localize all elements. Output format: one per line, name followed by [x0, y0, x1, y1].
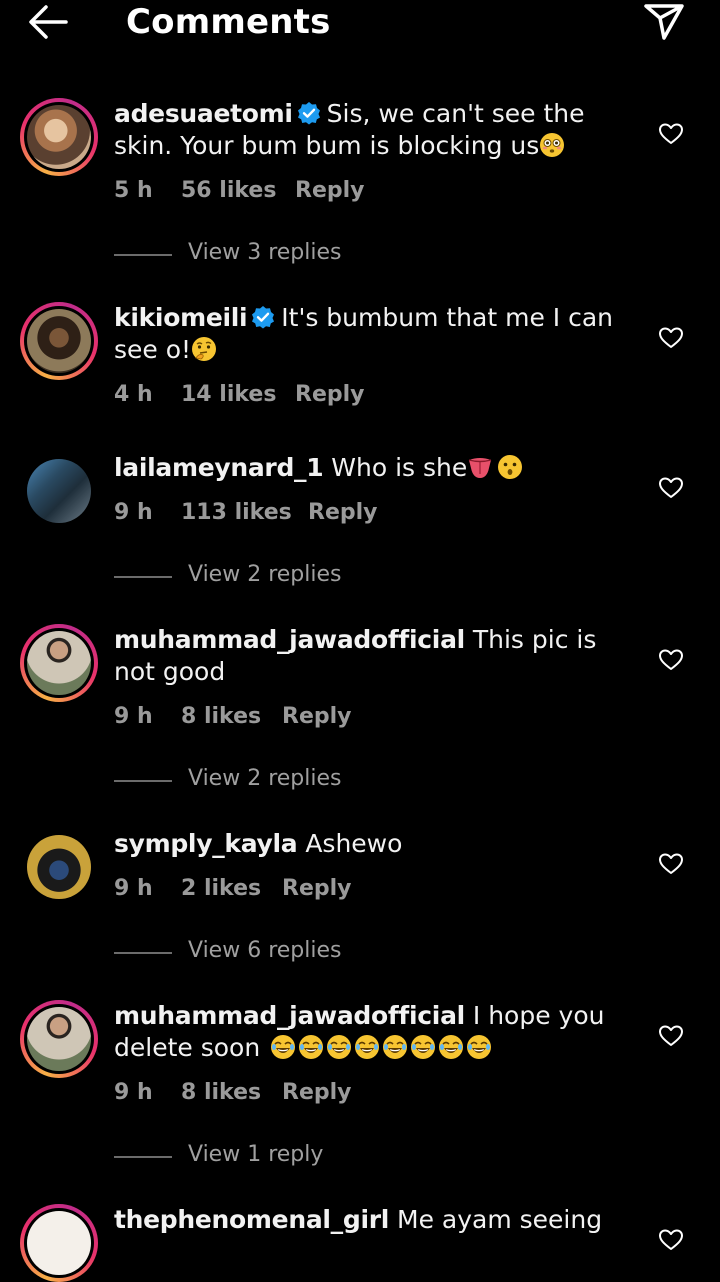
heart-icon[interactable]	[658, 852, 684, 876]
comment-text-block: lailameynard_1 Who is she	[114, 452, 634, 484]
comment-likes[interactable]: 14 likes	[181, 382, 276, 407]
comment-text-block: symply_kayla Ashewo	[114, 828, 634, 860]
view-replies-button[interactable]: View 6 replies	[114, 938, 414, 968]
comment-likes[interactable]: 8 likes	[181, 704, 261, 729]
avatar-image	[27, 631, 91, 695]
laughing-face-emoji-icon	[355, 1035, 380, 1059]
view-replies-button[interactable]: View 1 reply	[114, 1142, 414, 1172]
divider	[114, 952, 172, 954]
comment-username[interactable]: lailameynard_1	[114, 453, 324, 482]
comment-time: 4 h	[114, 382, 153, 407]
thinking-face-emoji-icon	[192, 337, 217, 361]
view-replies-button[interactable]: View 2 replies	[114, 562, 414, 592]
avatar[interactable]	[20, 302, 98, 380]
paper-plane-icon[interactable]	[642, 0, 686, 42]
reply-button[interactable]: Reply	[282, 1080, 352, 1105]
heart-icon[interactable]	[658, 1228, 684, 1252]
heart-icon[interactable]	[658, 326, 684, 350]
laughing-face-emoji-icon	[383, 1035, 408, 1059]
verified-badge-icon	[297, 102, 320, 125]
avatar[interactable]	[20, 452, 98, 530]
comment-time: 9 h	[114, 500, 153, 525]
laughing-face-emoji-icon	[271, 1035, 296, 1059]
view-replies-button[interactable]: View 3 replies	[114, 240, 414, 270]
comment-likes[interactable]: 113 likes	[181, 500, 292, 525]
comment-body: Who is she	[331, 453, 468, 482]
comment-time: 9 h	[114, 1080, 153, 1105]
avatar-image	[27, 309, 91, 373]
avatar[interactable]	[20, 1000, 98, 1078]
heart-icon[interactable]	[658, 476, 684, 500]
laughing-face-emoji-icon	[439, 1035, 464, 1059]
heart-icon[interactable]	[658, 122, 684, 146]
comment-text-block: muhammad_jawadofficial This pic is not g…	[114, 624, 634, 688]
comment-username[interactable]: symply_kayla	[114, 829, 298, 858]
comment-likes[interactable]: 2 likes	[181, 876, 261, 901]
view-replies-label: View 2 replies	[188, 562, 342, 587]
reply-button[interactable]: Reply	[282, 704, 352, 729]
comment-likes[interactable]: 8 likes	[181, 1080, 261, 1105]
laughing-face-emoji-icon	[299, 1035, 324, 1059]
avatar-image	[27, 835, 91, 899]
avatar-image	[27, 1211, 91, 1275]
avatar[interactable]	[20, 1204, 98, 1282]
comment-time: 5 h	[114, 178, 153, 203]
avatar[interactable]	[20, 828, 98, 906]
arrow-left-icon[interactable]	[26, 2, 70, 42]
comment-text-block: muhammad_jawadofficial I hope you delete…	[114, 1000, 634, 1064]
comment-time: 9 h	[114, 704, 153, 729]
divider	[114, 1156, 172, 1158]
avatar-image	[27, 459, 91, 523]
header-bar: Comments	[0, 0, 720, 44]
laughing-face-emoji-icon	[467, 1035, 492, 1059]
heart-icon[interactable]	[658, 648, 684, 672]
heart-icon[interactable]	[658, 1024, 684, 1048]
reply-button[interactable]: Reply	[308, 500, 378, 525]
flushed-face-emoji-icon	[540, 133, 565, 157]
comment-likes[interactable]: 56 likes	[181, 178, 276, 203]
avatar[interactable]	[20, 98, 98, 176]
verified-badge-icon	[252, 306, 275, 329]
comment-username[interactable]: adesuaetomi	[114, 99, 293, 128]
reply-button[interactable]: Reply	[295, 382, 365, 407]
comment-text-block: kikiomeili It's bumbum that me I can see …	[114, 302, 634, 366]
comment-body: Me ayam seeing	[397, 1205, 603, 1234]
view-replies-label: View 3 replies	[188, 240, 342, 265]
view-replies-label: View 1 reply	[188, 1142, 324, 1167]
laughing-emoji-row	[268, 1033, 492, 1062]
divider	[114, 780, 172, 782]
tongue-emoji-icon	[469, 458, 492, 478]
divider	[114, 254, 172, 256]
comment-username[interactable]: kikiomeili	[114, 303, 248, 332]
laughing-face-emoji-icon	[411, 1035, 436, 1059]
avatar[interactable]	[20, 624, 98, 702]
comment-username[interactable]: muhammad_jawadofficial	[114, 1001, 465, 1030]
laughing-face-emoji-icon	[327, 1035, 352, 1059]
comment-text-block: adesuaetomi Sis, we can't see the skin. Y…	[114, 98, 634, 162]
view-replies-button[interactable]: View 2 replies	[114, 766, 414, 796]
avatar-image	[27, 105, 91, 169]
reply-button[interactable]: Reply	[295, 178, 365, 203]
avatar-image	[27, 1007, 91, 1071]
view-replies-label: View 6 replies	[188, 938, 342, 963]
view-replies-label: View 2 replies	[188, 766, 342, 791]
comment-text-block: thephenomenal_girl Me ayam seeing	[114, 1204, 634, 1236]
page-title: Comments	[126, 2, 331, 42]
comment-time: 9 h	[114, 876, 153, 901]
comment-body: Ashewo	[305, 829, 403, 858]
hushed-face-emoji-icon	[498, 455, 523, 479]
comment-username[interactable]: muhammad_jawadofficial	[114, 625, 465, 654]
divider	[114, 576, 172, 578]
comment-username[interactable]: thephenomenal_girl	[114, 1205, 389, 1234]
reply-button[interactable]: Reply	[282, 876, 352, 901]
